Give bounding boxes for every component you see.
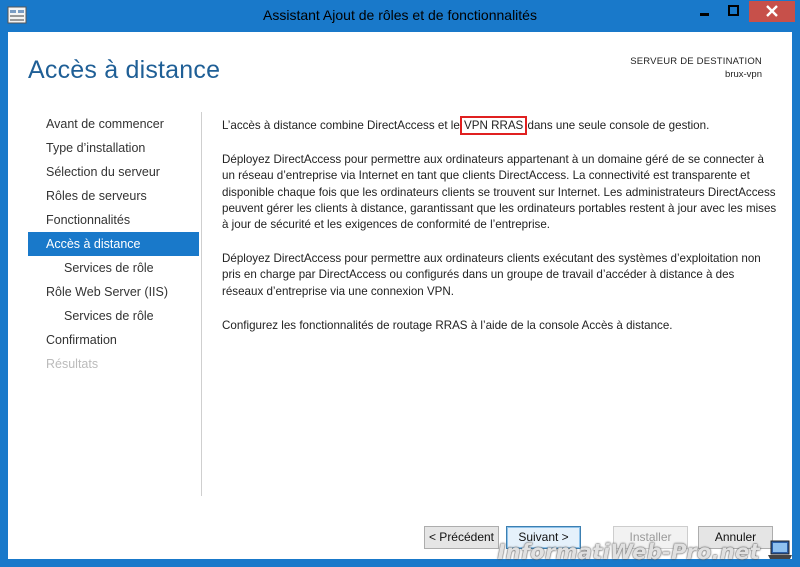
close-button[interactable]	[749, 1, 795, 22]
description-paragraph-4: Configurez les fonctionnalités de routag…	[222, 318, 673, 332]
title-bar[interactable]: Assistant Ajout de rôles et de fonctionn…	[0, 0, 800, 32]
install-button: Installer	[613, 526, 688, 549]
nav-item-services-role-acces[interactable]: Services de rôle	[28, 256, 199, 280]
nav-item-avant-de-commencer[interactable]: Avant de commencer	[28, 112, 199, 136]
nav-divider	[201, 112, 202, 496]
description-content: L’accès à distance combine DirectAccess …	[222, 116, 777, 352]
wizard-window: Assistant Ajout de rôles et de fonctionn…	[0, 0, 800, 567]
description-paragraph-3: Déployez DirectAccess pour permettre aux…	[222, 252, 761, 298]
page-title: Accès à distance	[28, 56, 221, 84]
nav-item-role-web-server[interactable]: Rôle Web Server (IIS)	[28, 280, 199, 304]
description-paragraph-2: Déployez DirectAccess pour permettre aux…	[222, 153, 777, 232]
wizard-steps-nav: Avant de commencer Type d’installation S…	[28, 112, 199, 376]
cancel-button[interactable]: Annuler	[698, 526, 773, 549]
nav-item-selection-serveur[interactable]: Sélection du serveur	[28, 160, 199, 184]
close-icon	[766, 5, 778, 17]
destination-label: SERVEUR DE DESTINATION	[630, 56, 762, 67]
nav-item-resultats: Résultats	[46, 357, 99, 371]
maximize-icon	[728, 5, 739, 16]
nav-item-acces-distance[interactable]: Accès à distance	[28, 232, 199, 256]
wizard-body: Accès à distance SERVEUR DE DESTINATION …	[8, 32, 792, 559]
description-paragraph-1: L’accès à distance combine DirectAccess …	[222, 116, 777, 135]
previous-button[interactable]: < Précédent	[424, 526, 499, 549]
destination-value: brux-vpn	[725, 69, 762, 80]
destination-server: SERVEUR DE DESTINATION brux-vpn	[630, 56, 762, 80]
paragraph-1-before: L’accès à distance combine DirectAccess …	[222, 119, 464, 132]
button-bar: < Précédent Suivant > Installer Annuler	[8, 526, 792, 549]
nav-item-services-role-web[interactable]: Services de rôle	[28, 304, 199, 328]
vpn-rras-highlight: VPN RRAS	[460, 116, 528, 135]
maximize-button[interactable]	[720, 1, 747, 22]
nav-item-roles-serveurs[interactable]: Rôles de serveurs	[28, 184, 199, 208]
nav-item-fonctionnalites[interactable]: Fonctionnalités	[28, 208, 199, 232]
next-button[interactable]: Suivant >	[506, 526, 581, 549]
minimize-button[interactable]	[691, 1, 718, 22]
nav-item-type-installation[interactable]: Type d’installation	[28, 136, 199, 160]
nav-item-confirmation[interactable]: Confirmation	[28, 328, 199, 352]
window-title: Assistant Ajout de rôles et de fonctionn…	[263, 7, 537, 23]
paragraph-1-after: dans une seule console de gestion.	[524, 119, 710, 132]
minimize-icon	[700, 13, 709, 16]
